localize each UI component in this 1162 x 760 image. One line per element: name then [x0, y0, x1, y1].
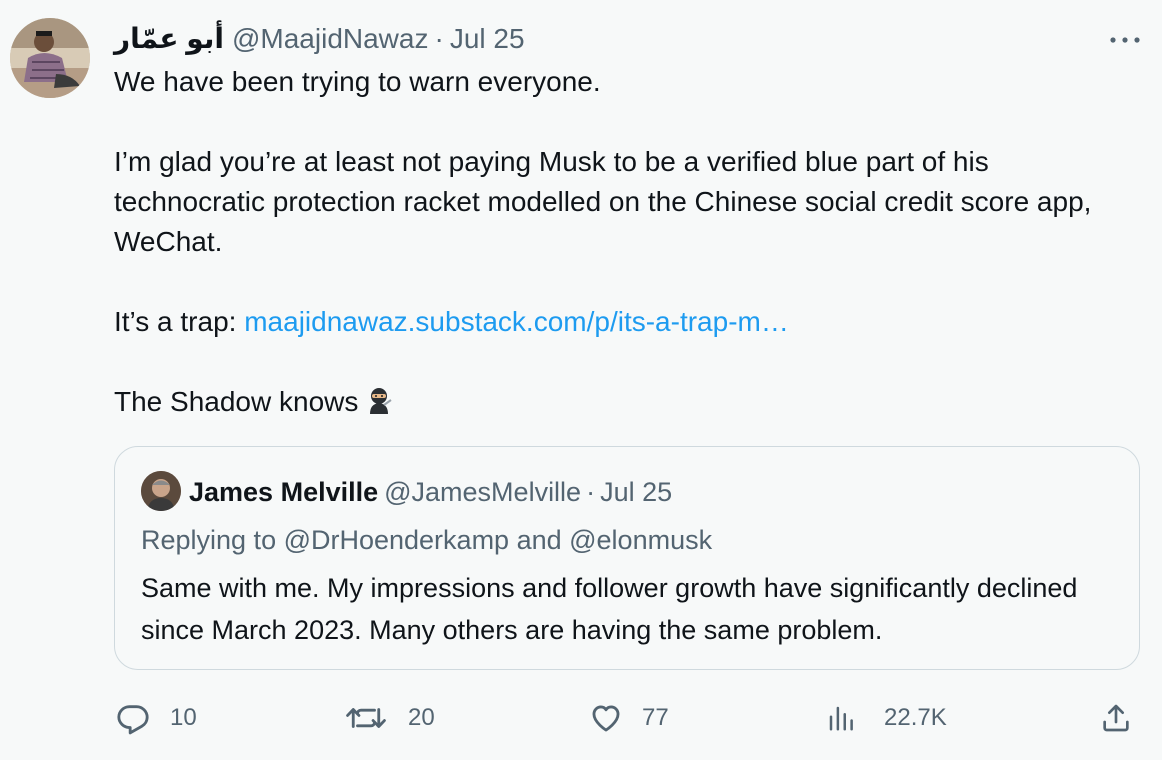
replying-to: Replying to @DrHoenderkamp and @elonmusk: [141, 525, 713, 555]
tweet[interactable]: أبو عمّار @MaajidNawaz · Jul 25 We have …: [0, 0, 1162, 760]
quoted-separator-dot: ·: [586, 477, 596, 507]
ninja-emoji-icon: [364, 386, 394, 427]
share-button[interactable]: [1100, 696, 1132, 740]
substack-link[interactable]: maajidnawaz.substack.com/p/its-a-trap-m…: [244, 306, 789, 337]
reply-icon: [117, 705, 149, 735]
action-bar: 10 20 77 22.7K: [0, 696, 1162, 740]
views-count: 22.7K: [884, 704, 947, 731]
retweet-icon: [346, 708, 386, 728]
tweet-line-2: I’m glad you’re at least not paying Musk…: [114, 146, 1092, 257]
tweet-line-4: The Shadow knows: [114, 382, 1154, 427]
reply-count: 10: [170, 704, 197, 731]
heart-icon: [592, 705, 620, 732]
quoted-date[interactable]: Jul 25: [600, 477, 672, 507]
tweet-line-1: We have been trying to warn everyone.: [114, 66, 601, 97]
author-avatar[interactable]: [10, 18, 90, 98]
retweet-count: 20: [408, 704, 435, 731]
separator-dot: ·: [434, 23, 444, 54]
tweet-line-4-text: The Shadow knows: [114, 386, 359, 417]
tweet-text: We have been trying to warn everyone. I’…: [114, 62, 1154, 427]
quoted-text: Same with me. My impressions and followe…: [141, 573, 1078, 645]
author-handle[interactable]: @MaajidNawaz: [232, 22, 429, 56]
quoted-handle[interactable]: @JamesMelville: [384, 477, 581, 507]
tweet-line-3-prefix: It’s a trap:: [114, 306, 245, 337]
tweet-date[interactable]: Jul 25: [450, 22, 525, 56]
views-icon: [829, 706, 853, 731]
like-button[interactable]: 77: [588, 696, 669, 740]
quoted-display-name[interactable]: James Melville: [189, 477, 378, 507]
more-horizontal-icon: [1110, 37, 1140, 43]
quoted-header: James Melville @JamesMelville · Jul 25: [189, 475, 672, 509]
more-button[interactable]: [1108, 30, 1142, 50]
retweet-button[interactable]: 20: [346, 696, 435, 740]
like-count: 77: [642, 704, 669, 731]
tweet-header: أبو عمّار @MaajidNawaz · Jul 25: [114, 22, 525, 56]
share-icon: [1103, 704, 1129, 732]
reply-button[interactable]: 10: [116, 696, 197, 740]
views-button[interactable]: 22.7K: [826, 696, 947, 740]
tweet-line-3: It’s a trap: maajidnawaz.substack.com/p/…: [114, 302, 1154, 342]
author-display-name[interactable]: أبو عمّار: [114, 22, 224, 56]
quoted-tweet[interactable]: James Melville @JamesMelville · Jul 25 Repl…: [114, 446, 1140, 670]
quoted-author-avatar[interactable]: [141, 471, 181, 511]
